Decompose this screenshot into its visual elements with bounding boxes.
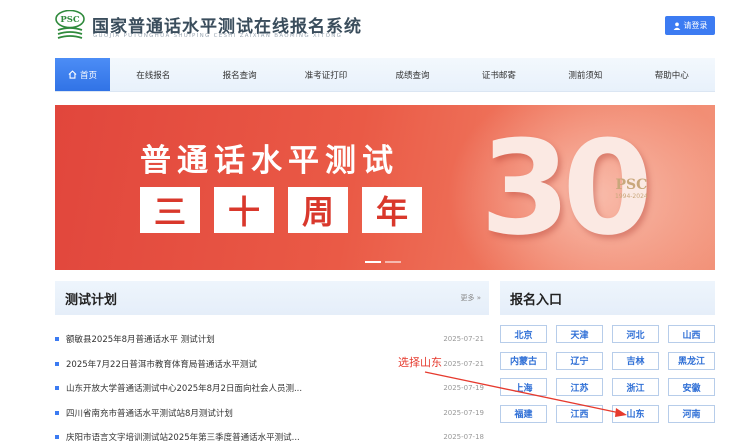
plan-item-date: 2025-07-18 bbox=[443, 433, 484, 442]
province-button-anhui[interactable]: 安徽 bbox=[668, 378, 715, 396]
bullet-icon bbox=[55, 435, 59, 440]
login-label: 请登录 bbox=[683, 21, 708, 30]
plan-item-title: 额敏县2025年8月普通话水平 测试计划 bbox=[66, 335, 215, 346]
banner-char: 周 bbox=[288, 187, 348, 233]
page: PSC 国家普通话水平测试在线报名系统 GUOJIA PUTONGHUA SHU… bbox=[0, 0, 748, 443]
province-button-beijing[interactable]: 北京 bbox=[500, 325, 547, 343]
list-item[interactable]: 庆阳市语言文字培训测试站2025年第三季度普通话水平测试... 2025-07-… bbox=[55, 425, 489, 443]
nav-score-query[interactable]: 成绩查询 bbox=[369, 58, 455, 91]
nav-online-registration[interactable]: 在线报名 bbox=[110, 58, 196, 91]
banner-line2: 三 十 周 年 bbox=[140, 187, 422, 233]
nav-registration-query[interactable]: 报名查询 bbox=[196, 58, 282, 91]
bullet-icon bbox=[55, 361, 59, 366]
more-link[interactable]: 更多 » bbox=[460, 293, 481, 303]
province-button-shanxi[interactable]: 山西 bbox=[668, 325, 715, 343]
banner-char: 十 bbox=[214, 187, 274, 233]
badge-years: 1994-2024 bbox=[615, 193, 648, 200]
site-subtitle: GUOJIA PUTONGHUA SHUIPING CESHI ZAIXIAN … bbox=[93, 33, 343, 39]
province-button-tianjin[interactable]: 天津 bbox=[556, 325, 603, 343]
nav-help-center[interactable]: 帮助中心 bbox=[629, 58, 715, 91]
province-grid: 北京 天津 河北 山西 内蒙古 辽宁 吉林 黑龙江 上海 江苏 浙江 安徽 福建… bbox=[500, 325, 715, 423]
annotation-text: 选择山东 bbox=[398, 356, 442, 369]
province-button-zhejiang[interactable]: 浙江 bbox=[612, 378, 659, 396]
list-item[interactable]: 额敏县2025年8月普通话水平 测试计划 2025-07-21 bbox=[55, 327, 489, 352]
banner-line1: 普通话水平测试 bbox=[140, 143, 399, 179]
banner[interactable]: 普通话水平测试 三 十 周 年 30 PSC 1994-2024 bbox=[55, 105, 715, 270]
main-nav: 首页 在线报名 报名查询 准考证打印 成绩查询 证书邮寄 测前须知 帮助中心 bbox=[55, 58, 715, 92]
nav-home[interactable]: 首页 bbox=[55, 58, 110, 91]
badge-title: PSC bbox=[615, 177, 648, 193]
province-button-henan[interactable]: 河南 bbox=[668, 404, 715, 423]
home-icon bbox=[68, 70, 77, 79]
plan-title: 测试计划 bbox=[65, 292, 118, 308]
plan-item-date: 2025-07-19 bbox=[443, 384, 484, 393]
province-button-neimenggu[interactable]: 内蒙古 bbox=[500, 351, 547, 370]
bullet-icon bbox=[55, 410, 59, 415]
province-button-shanghai[interactable]: 上海 bbox=[500, 378, 547, 396]
plan-item-date: 2025-07-19 bbox=[443, 408, 484, 417]
registration-header: 报名入口 bbox=[500, 281, 715, 315]
province-button-fujian[interactable]: 福建 bbox=[500, 404, 547, 423]
plan-item-title: 2025年7月22日普洱市教育体育局普通话水平测试 bbox=[66, 359, 257, 370]
plan-item-title: 四川省南充市普通话水平测试站8月测试计划 bbox=[66, 408, 233, 419]
nav-label: 首页 bbox=[79, 70, 97, 81]
banner-char: 三 bbox=[140, 187, 200, 233]
psc-logo-icon: PSC bbox=[55, 10, 85, 39]
plan-item-date: 2025-07-21 bbox=[443, 359, 484, 368]
nav-admission-ticket-print[interactable]: 准考证打印 bbox=[283, 58, 369, 91]
logo-text: PSC bbox=[60, 15, 80, 25]
nav-certificate-mail[interactable]: 证书邮寄 bbox=[456, 58, 542, 91]
province-button-jiangxi[interactable]: 江西 bbox=[556, 404, 603, 423]
user-icon bbox=[673, 22, 680, 30]
list-item[interactable]: 四川省南充市普通话水平测试站8月测试计划 2025-07-19 bbox=[55, 401, 489, 426]
plan-item-date: 2025-07-21 bbox=[443, 335, 484, 344]
carousel-dots bbox=[365, 261, 401, 263]
nav-pre-test-notice[interactable]: 测前须知 bbox=[542, 58, 628, 91]
province-button-hebei[interactable]: 河北 bbox=[612, 325, 659, 343]
login-button[interactable]: 请登录 bbox=[665, 16, 715, 35]
carousel-dot[interactable] bbox=[365, 261, 381, 263]
province-button-heilongjiang[interactable]: 黑龙江 bbox=[668, 351, 715, 370]
banner-char: 年 bbox=[362, 187, 422, 233]
banner-psc-badge: PSC 1994-2024 bbox=[615, 177, 648, 200]
province-button-jiangsu[interactable]: 江苏 bbox=[556, 378, 603, 396]
registration-title: 报名入口 bbox=[510, 292, 563, 308]
bullet-icon bbox=[55, 386, 59, 391]
list-item[interactable]: 山东开放大学普通话测试中心2025年8月2日面向社会人员测... 2025-07… bbox=[55, 376, 489, 401]
plan-item-title: 山东开放大学普通话测试中心2025年8月2日面向社会人员测... bbox=[66, 384, 303, 395]
bullet-icon bbox=[55, 337, 59, 342]
province-button-shandong[interactable]: 山东 bbox=[612, 404, 659, 423]
carousel-dot[interactable] bbox=[385, 261, 401, 263]
plan-item-title: 庆阳市语言文字培训测试站2025年第三季度普通话水平测试... bbox=[66, 433, 300, 443]
province-button-jilin[interactable]: 吉林 bbox=[612, 351, 659, 370]
plan-list: 额敏县2025年8月普通话水平 测试计划 2025-07-21 2025年7月2… bbox=[55, 327, 489, 443]
province-button-liaoning[interactable]: 辽宁 bbox=[556, 351, 603, 370]
plan-header: 测试计划 更多 » bbox=[55, 281, 489, 315]
